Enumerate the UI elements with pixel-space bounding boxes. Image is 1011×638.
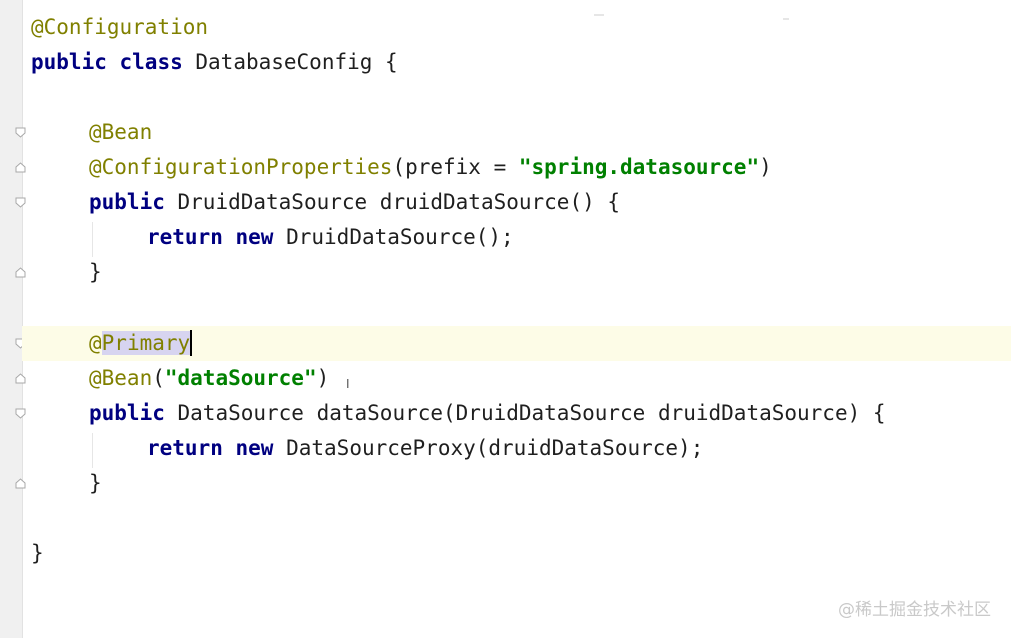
- closing-brace: }: [89, 471, 102, 495]
- string-token: "spring.datasource": [518, 155, 760, 179]
- code-text: return new DataSourceProxy(druidDataSour…: [147, 431, 703, 466]
- code-punct: (prefix =: [392, 155, 519, 179]
- annotation-token: @Bean: [89, 366, 153, 390]
- code-line[interactable]: }: [0, 466, 1011, 501]
- closing-brace: }: [31, 541, 44, 565]
- keyword-token: return: [147, 436, 223, 460]
- keyword-token: new: [235, 436, 274, 460]
- watermark: @稀土掘金技术社区: [838, 600, 991, 620]
- annotation-token: @: [89, 331, 102, 355]
- keyword-token: class: [119, 50, 183, 74]
- code-line[interactable]: public DataSource dataSource(DruidDataSo…: [0, 396, 1011, 431]
- identifier-token: DataSourceProxy(druidDataSource);: [286, 436, 704, 460]
- code-text: return new DruidDataSource();: [147, 220, 514, 255]
- identifier-token: DataSource dataSource(DruidDataSource dr…: [177, 401, 886, 425]
- annotation-token: @Configuration: [31, 15, 209, 39]
- code-text: @Bean("dataSource"): [89, 361, 329, 396]
- text-caret: [190, 329, 193, 356]
- identifier-token: DruidDataSource druidDataSource() {: [177, 190, 621, 214]
- keyword-token: return: [147, 225, 223, 249]
- selected-text: Primary: [101, 331, 191, 355]
- code-line[interactable]: @Bean: [0, 115, 1011, 150]
- code-line[interactable]: public DruidDataSource druidDataSource()…: [0, 185, 1011, 220]
- code-line[interactable]: return new DruidDataSource();: [0, 220, 1011, 255]
- code-line[interactable]: @Configuration: [0, 10, 1011, 45]
- code-text: public DruidDataSource druidDataSource()…: [89, 185, 620, 220]
- identifier-token: DatabaseConfig {: [195, 50, 398, 74]
- code-line[interactable]: @Bean("dataSource"): [0, 361, 1011, 396]
- code-text: public class DatabaseConfig {: [31, 45, 398, 80]
- code-line[interactable]: }: [0, 255, 1011, 290]
- keyword-token: public: [31, 50, 107, 74]
- keyword-token: public: [89, 401, 165, 425]
- code-punct: ): [316, 366, 330, 390]
- keyword-token: public: [89, 190, 165, 214]
- code-editor[interactable]: @Configuration public class DatabaseConf…: [0, 0, 1011, 638]
- keyword-token: new: [235, 225, 274, 249]
- string-token: "dataSource": [164, 366, 317, 390]
- code-text: @Primary: [89, 326, 193, 361]
- closing-brace: }: [89, 260, 102, 284]
- current-code-line[interactable]: @Primary: [22, 326, 1011, 361]
- annotation-token: @Bean: [89, 120, 153, 144]
- code-text: public DataSource dataSource(DruidDataSo…: [89, 396, 886, 431]
- code-line[interactable]: return new DataSourceProxy(druidDataSour…: [0, 431, 1011, 466]
- annotation-token: @ConfigurationProperties: [89, 155, 393, 179]
- code-punct: (: [152, 366, 165, 390]
- code-text: @ConfigurationProperties(prefix = "sprin…: [89, 150, 772, 185]
- code-punct: ): [759, 155, 772, 179]
- identifier-token: DruidDataSource();: [286, 225, 514, 249]
- code-line[interactable]: }: [0, 536, 1011, 571]
- code-line[interactable]: public class DatabaseConfig {: [0, 45, 1011, 80]
- mouse-ibeam-cursor: I: [346, 377, 350, 391]
- code-line[interactable]: @ConfigurationProperties(prefix = "sprin…: [0, 150, 1011, 185]
